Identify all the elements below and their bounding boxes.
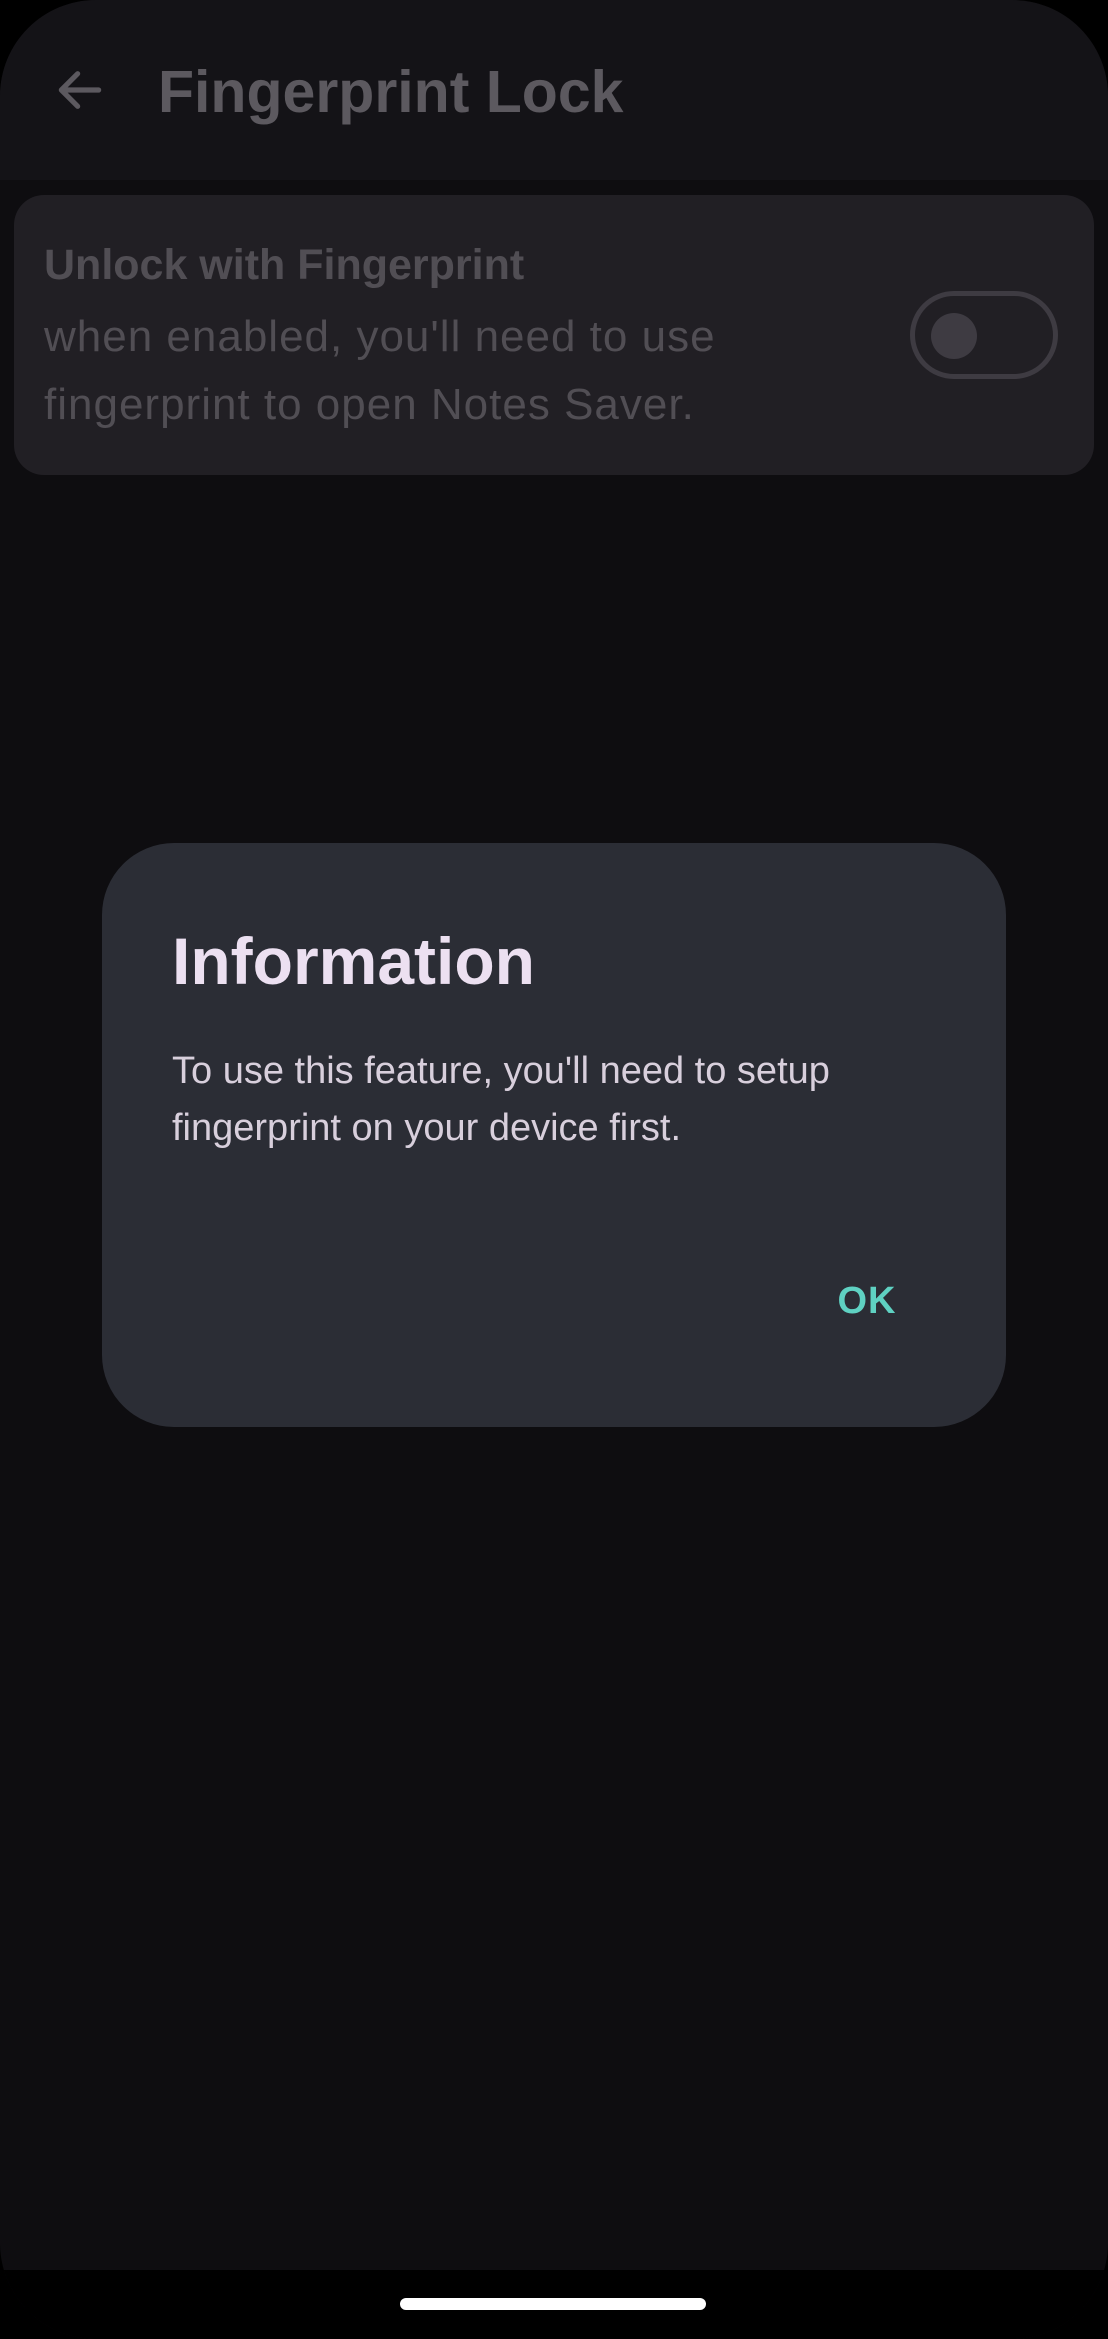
fingerprint-toggle[interactable]: [910, 291, 1058, 379]
dialog-message: To use this feature, you'll need to setu…: [172, 1050, 830, 1149]
setting-card-fingerprint: Unlock with Fingerprint when enabled, yo…: [14, 195, 1094, 475]
dialog-title: Information: [172, 924, 535, 998]
home-indicator[interactable]: [400, 2298, 706, 2310]
setting-description: when enabled, you'll need to use fingerp…: [44, 312, 716, 429]
app-bar: Fingerprint Lock: [0, 0, 1108, 180]
page-title: Fingerprint Lock: [158, 59, 624, 125]
setting-title: Unlock with Fingerprint: [44, 241, 525, 289]
ok-button[interactable]: OK: [802, 1261, 932, 1341]
toggle-thumb: [931, 313, 977, 359]
information-dialog: Information To use this feature, you'll …: [102, 843, 1006, 1427]
arrow-left-icon: [58, 71, 102, 109]
screen: Fingerprint Lock Unlock with Fingerprint…: [0, 0, 1108, 2339]
back-button[interactable]: [40, 50, 120, 130]
